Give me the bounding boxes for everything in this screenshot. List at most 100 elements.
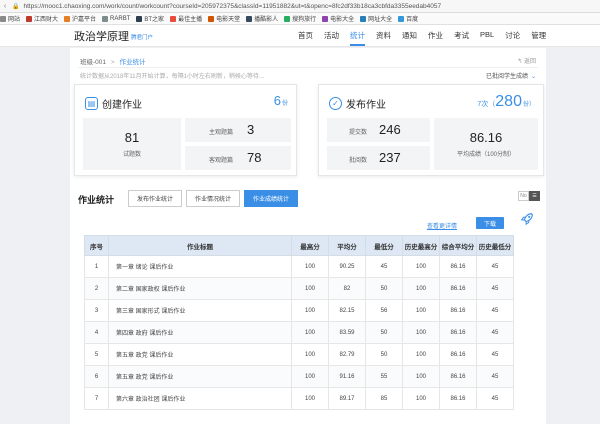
divider: [78, 67, 538, 68]
bookmark-label: BT之家: [144, 17, 165, 23]
bookmark-item[interactable]: BT之家: [136, 14, 164, 23]
bookmark-item[interactable]: 江西财大: [26, 14, 58, 23]
create-count-unit: 份: [281, 101, 288, 107]
nav-item[interactable]: 考试: [454, 30, 469, 46]
bookmark-item[interactable]: 网址大全: [360, 14, 392, 23]
nav-item[interactable]: 活动: [324, 30, 339, 46]
table-cell: 86.16: [439, 321, 477, 344]
table-cell: 100: [402, 365, 440, 388]
homework-title-cell: 第二章 国家政权 课后作业: [108, 277, 292, 300]
breadcrumb-class[interactable]: 班级-001: [80, 59, 106, 66]
publish-card-title: 发布作业: [346, 100, 386, 111]
nav-item[interactable]: 统计: [350, 30, 365, 46]
refresh-notice: 统计数据从2018年11月开始计算，每隔1小时左右刷新，稍候心等待…: [80, 74, 265, 80]
nav-item[interactable]: PBL: [480, 30, 494, 46]
question-count-label: 试题数: [122, 152, 141, 158]
objective-count: 78: [247, 150, 262, 165]
score-view-label: 已批阅学生成绩: [485, 74, 528, 80]
table-row: 3 第三章 国家形式 课后作业 100 82.15 56 100 86.16 45: [84, 299, 514, 322]
nav-item[interactable]: 作业: [428, 30, 443, 46]
bookmark-label: RARBT: [110, 15, 131, 22]
stat-tab[interactable]: 作业情况统计: [186, 190, 241, 207]
table-cell: 100: [402, 321, 440, 344]
table-header-cell: 历史最高分: [402, 235, 440, 256]
table-cell: 45: [476, 365, 514, 388]
table-cell: 5: [84, 343, 109, 366]
bookmark-favicon-icon: [246, 15, 253, 22]
table-header-cell: 作业标题: [108, 235, 292, 256]
table-cell: 90.25: [328, 255, 366, 278]
bookmark-item[interactable]: 百度: [398, 14, 418, 23]
table-row: 7 第六章 政治社团 课后作业 100 89.17 85 100 86.16 45: [84, 387, 514, 410]
nav-item[interactable]: 管理: [531, 30, 546, 46]
bookmark-item[interactable]: 最佳主播: [170, 14, 202, 23]
create-homework-card: ▤ 创建作业 6份 81 试题数 主观题篇 3 客观题篇 78: [74, 84, 297, 176]
table-cell: 86.16: [439, 255, 477, 278]
bookmark-item[interactable]: 沪嘉平台: [64, 14, 96, 23]
score-view-dropdown[interactable]: 已批阅学生成绩 ⌄: [486, 71, 536, 80]
url-text[interactable]: https://mooc1.chaoxing.com/work/count/wo…: [23, 3, 441, 10]
bookmark-item[interactable]: 电影天堂: [208, 14, 240, 23]
stat-tab[interactable]: 发布作业统计: [128, 190, 183, 207]
table-row: 4 第四章 政府 课后作业 100 83.59 50 100 86.16 45: [84, 321, 514, 344]
bookmark-item[interactable]: RARBT: [102, 15, 131, 22]
table-cell: 86.16: [439, 387, 477, 410]
bookmark-label: 网址大全: [368, 17, 393, 23]
view-toggle: No ☰: [518, 191, 540, 201]
bookmark-favicon-icon: [398, 15, 405, 22]
stat-box-reviewed: 批阅数 237: [327, 146, 430, 170]
table-cell: 45: [365, 255, 403, 278]
table-cell: 100: [402, 299, 440, 322]
table-row: 1 第一章 绪论 课后作业 100 90.25 45 100 86.16 45: [84, 255, 514, 278]
homework-title-cell: 第五章 政党 课后作业: [108, 365, 292, 388]
reviewed-count: 237: [379, 150, 401, 165]
course-portal-link[interactable]: 腾君门户: [131, 33, 153, 41]
table-row: 6 第五章 政党 课后作业 100 91.16 55 100 86.16 45: [84, 365, 514, 388]
table-cell: 100: [291, 255, 329, 278]
bookmark-label: 搜狗旅行: [292, 17, 317, 23]
view-toggle-option[interactable]: No: [518, 191, 529, 201]
bookmark-favicon-icon: [64, 15, 71, 22]
bookmark-label: 沪嘉平台: [72, 17, 97, 23]
table-row: 5 第五章 政党 课后作业 100 82.79 50 100 86.16 45: [84, 343, 514, 366]
check-circle-icon: ✓: [329, 97, 342, 110]
nav-item[interactable]: 首页: [298, 30, 313, 46]
download-button[interactable]: 下载: [476, 217, 504, 229]
table-cell: 2: [84, 277, 109, 300]
bookmark-favicon-icon: [136, 15, 143, 22]
table-cell: 45: [476, 255, 514, 278]
stat-box-submitted: 提交数 246: [327, 118, 430, 142]
nav-item[interactable]: 讨论: [505, 30, 520, 46]
stat-tab[interactable]: 作业成绩统计: [244, 190, 299, 207]
score-table: 序号 作业标题 最高分 平均分 最低分 历史最高分 综合平均分 历史最低分 1 第一章 绪论 课…: [84, 235, 514, 410]
address-bar[interactable]: ‹ 🔒 https://mooc1.chaoxing.com/work/coun…: [0, 0, 600, 13]
table-cell: 89.17: [328, 387, 366, 410]
bookmark-item[interactable]: 搜狗旅行: [284, 14, 316, 23]
table-cell: 83.59: [328, 321, 366, 344]
table-header-cell: 综合平均分: [439, 235, 477, 256]
bookmark-favicon-icon: [208, 15, 215, 22]
table-cell: 86.16: [439, 365, 477, 388]
nav-item[interactable]: 通知: [402, 30, 417, 46]
rocket-icon[interactable]: [520, 212, 534, 226]
breadcrumb-current: 作业统计: [119, 59, 146, 66]
bookmark-item[interactable]: 播酷影人: [246, 14, 278, 23]
view-toggle-option[interactable]: ☰: [529, 191, 540, 201]
bookmark-item[interactable]: 电影大全: [322, 14, 354, 23]
lock-icon: 🔒: [12, 3, 20, 10]
bookmark-favicon-icon: [284, 15, 291, 22]
table-cell: 100: [291, 365, 329, 388]
homework-title-cell: 第五章 政党 课后作业: [108, 343, 292, 366]
bookmark-label: 百度: [406, 17, 419, 23]
table-cell: 100: [402, 387, 440, 410]
detail-link[interactable]: 查看更详情: [427, 221, 457, 230]
back-button[interactable]: ↰ 返回: [517, 56, 536, 65]
back-nav-icon[interactable]: ‹: [0, 3, 10, 10]
average-score-label: 平均成绩（100分制）: [456, 152, 515, 158]
bookmark-label: 江西财大: [34, 17, 59, 23]
homework-title-cell: 第六章 政治社团 课后作业: [108, 387, 292, 410]
nav-item[interactable]: 资料: [376, 30, 391, 46]
publish-count: 7次（280份）: [477, 93, 535, 111]
bookmark-item[interactable]: 网站: [0, 14, 20, 23]
table-cell: 50: [365, 321, 403, 344]
